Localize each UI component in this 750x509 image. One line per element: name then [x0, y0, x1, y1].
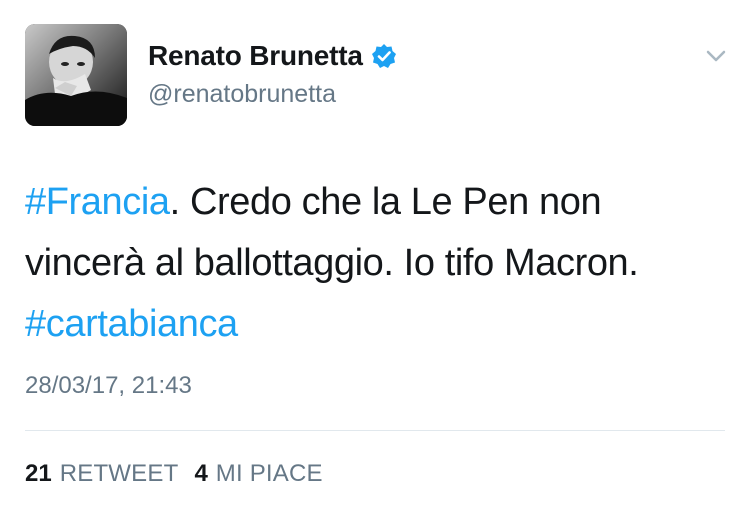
tweet-text: #Francia. Credo che la Le Pen non vincer…	[25, 172, 725, 355]
author-name-row: Renato Brunetta	[148, 40, 397, 72]
hashtag-link[interactable]: #Francia	[25, 181, 170, 223]
tweet-stats: 21 RETWEET 4 MI PIACE	[25, 460, 339, 488]
like-label[interactable]: MI PIACE	[216, 460, 323, 488]
tweet-card: Renato Brunetta @renatobrunetta #Francia…	[0, 0, 750, 509]
retweet-label[interactable]: RETWEET	[60, 460, 179, 488]
hashtag-link[interactable]: #cartabianca	[25, 303, 238, 345]
divider	[25, 430, 725, 431]
like-count[interactable]: 4	[194, 460, 207, 488]
tweet-timestamp[interactable]: 28/03/17, 21:43	[25, 372, 192, 400]
display-name[interactable]: Renato Brunetta	[148, 40, 363, 72]
verified-badge-icon	[371, 43, 397, 69]
chevron-down-icon[interactable]	[704, 48, 728, 64]
avatar[interactable]	[25, 24, 127, 126]
user-handle[interactable]: @renatobrunetta	[148, 80, 336, 109]
retweet-count[interactable]: 21	[25, 460, 52, 488]
